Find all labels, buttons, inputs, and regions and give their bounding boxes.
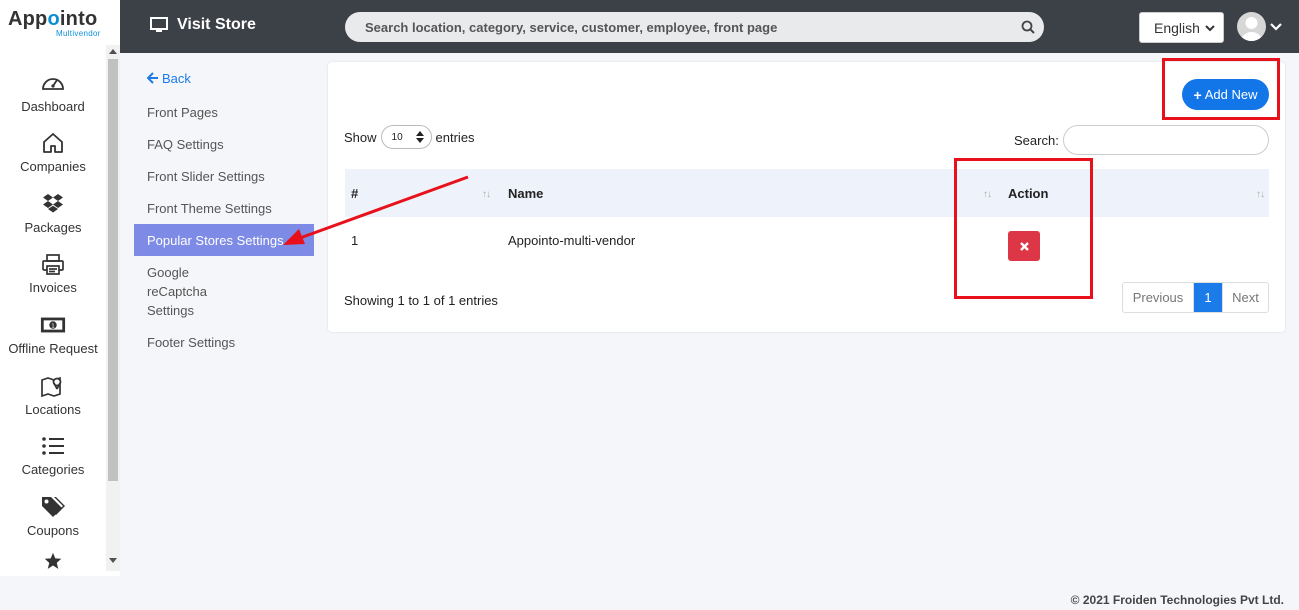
svg-text:1: 1 — [51, 323, 55, 329]
pagination-page-1[interactable]: 1 — [1194, 283, 1222, 312]
settings-subnav: Back Front Pages FAQ Settings Front Slid… — [134, 60, 314, 358]
annotation-box-action — [954, 158, 1093, 299]
show-label: Show — [344, 129, 377, 145]
brand-name: Appointo — [8, 8, 98, 30]
table-header: # ↑↓ Name ↑↓ Action ↑↓ — [345, 169, 1269, 217]
sidebar-item-label: Coupons — [26, 522, 80, 538]
chevron-down-icon — [1205, 25, 1215, 32]
scroll-up-icon[interactable] — [109, 49, 117, 54]
back-link[interactable]: Back — [134, 60, 314, 96]
sidebar-item-offline-request[interactable]: 1 Offline Request — [0, 295, 106, 356]
sort-icon[interactable]: ↑↓ — [482, 189, 491, 200]
map-pin-icon — [40, 373, 66, 399]
subnav-item-popular-stores-settings[interactable]: Popular Stores Settings — [134, 224, 314, 256]
desktop-icon — [150, 17, 168, 32]
home-icon — [40, 131, 66, 157]
tags-icon — [40, 494, 66, 520]
sidebar-item-label: Invoices — [29, 280, 77, 296]
footer-copyright: © 2021 Froiden Technologies Pvt Ltd. — [1070, 593, 1284, 607]
avatar — [1237, 12, 1266, 41]
pagination-next[interactable]: Next — [1222, 283, 1268, 312]
column-header-name[interactable]: Name — [508, 186, 543, 201]
stores-table: # ↑↓ Name ↑↓ Action ↑↓ 1 Appointo-multi-… — [345, 169, 1269, 265]
row-store-name: Appointo-multi-vendor — [508, 233, 636, 248]
dropbox-icon — [40, 191, 66, 217]
sidebar-item-companies[interactable]: Companies — [0, 114, 106, 175]
topbar: Visit Store English — [120, 0, 1299, 53]
popular-stores-card: + Add New Show 10 entries Search: # ↑↓ N… — [328, 62, 1285, 332]
column-header-index[interactable]: # — [351, 186, 358, 201]
subnav-item-footer-settings[interactable]: Footer Settings — [134, 326, 314, 358]
sidebar-item-label: Dashboard — [21, 98, 85, 114]
subnav-item-google-recaptcha-settings[interactable]: Google reCaptcha Settings — [134, 256, 259, 326]
global-search — [345, 12, 1044, 42]
visit-store-link[interactable]: Visit Store — [150, 16, 256, 34]
chevron-down-icon — [1270, 22, 1282, 31]
sidebar-scrollbar[interactable] — [106, 45, 120, 571]
sidebar-item-locations[interactable]: Locations — [0, 356, 106, 417]
row-index: 1 — [351, 233, 359, 248]
sort-icon[interactable]: ↑↓ — [1256, 189, 1265, 200]
arrow-left-icon — [147, 72, 158, 84]
page-length-select[interactable]: 10 — [380, 125, 432, 149]
table-search-label: Search: — [1014, 133, 1059, 148]
subnav-item-front-slider-settings[interactable]: Front Slider Settings — [134, 160, 314, 192]
page-length-value: 10 — [391, 131, 403, 143]
brand-subtitle: Multivendor — [56, 29, 101, 38]
sidebar-nav: Dashboard Companies Packages Invoices 1 … — [0, 53, 106, 598]
subnav-item-front-pages[interactable]: Front Pages — [134, 96, 314, 128]
sidebar-item-invoices[interactable]: Invoices — [0, 235, 106, 296]
sidebar-item-label: Locations — [25, 401, 81, 417]
back-label: Back — [162, 70, 191, 86]
sidebar-item-label: Categories — [21, 462, 85, 478]
list-icon — [40, 434, 66, 460]
printer-icon — [40, 252, 66, 278]
scrollbar-thumb[interactable] — [108, 59, 118, 481]
sidebar-item-reviews[interactable] — [0, 538, 106, 599]
visit-store-label: Visit Store — [177, 16, 256, 33]
sidebar-item-label: Packages — [24, 219, 82, 235]
sidebar-item-label: Companies — [20, 159, 86, 175]
subnav-item-front-theme-settings[interactable]: Front Theme Settings — [134, 192, 314, 224]
scroll-down-icon[interactable] — [109, 558, 117, 563]
dashboard-gauge-icon — [40, 70, 66, 96]
money-bill-icon: 1 — [40, 312, 66, 338]
annotation-box-add-new — [1162, 58, 1280, 120]
table-search-input[interactable] — [1063, 125, 1269, 155]
language-value: English — [1154, 19, 1200, 36]
brand-logo[interactable]: Appointo Multivendor — [0, 0, 120, 53]
user-menu[interactable] — [1237, 12, 1282, 41]
search-icon[interactable] — [1021, 20, 1035, 34]
global-search-input[interactable] — [345, 12, 1044, 42]
table-info: Showing 1 to 1 of 1 entries — [344, 293, 498, 308]
sidebar-item-packages[interactable]: Packages — [0, 174, 106, 235]
table-row: 1 Appointo-multi-vendor — [345, 217, 1269, 265]
sidebar-item-dashboard[interactable]: Dashboard — [0, 53, 106, 114]
sidebar-item-categories[interactable]: Categories — [0, 417, 106, 478]
entries-label: entries — [435, 129, 475, 145]
page-length-control: Show 10 entries — [344, 125, 475, 149]
sidebar-item-label: Offline Request — [8, 340, 98, 356]
sidebar: Appointo Multivendor Dashboard Companies… — [0, 0, 120, 576]
star-icon — [40, 548, 66, 574]
sidebar-item-coupons[interactable]: Coupons — [0, 477, 106, 538]
subnav-item-faq-settings[interactable]: FAQ Settings — [134, 128, 314, 160]
pagination-previous[interactable]: Previous — [1123, 283, 1194, 312]
sort-updown-icon — [415, 131, 424, 143]
language-select[interactable]: English — [1139, 12, 1224, 43]
pagination: Previous 1 Next — [1122, 282, 1269, 313]
